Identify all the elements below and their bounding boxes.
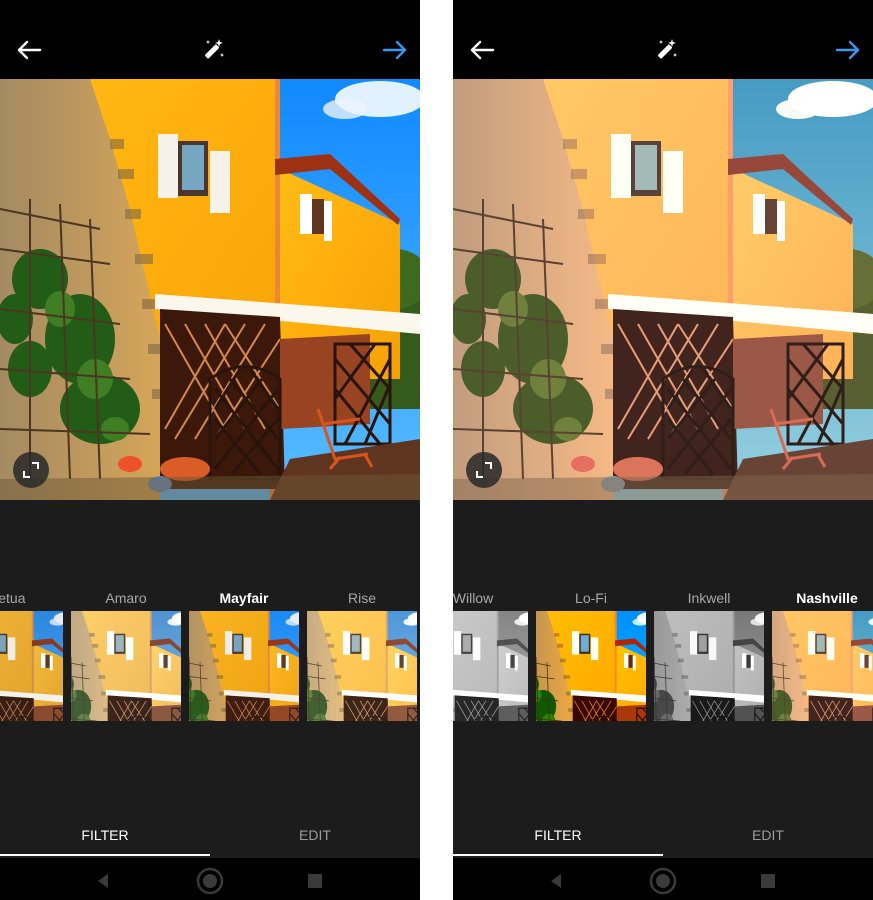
filter-thumbnail[interactable] (654, 611, 764, 721)
next-arrow-icon[interactable] (831, 33, 865, 67)
nav-recents-icon[interactable] (300, 866, 330, 896)
filter-thumbnail[interactable] (307, 611, 417, 721)
tab-bar: FILTER EDIT (453, 812, 873, 858)
tab-edit[interactable]: EDIT (210, 812, 420, 858)
filter-thumbnail[interactable] (71, 611, 181, 721)
filter-label: Willow (453, 590, 494, 606)
tab-bar: FILTER EDIT (0, 812, 420, 858)
nav-back-icon[interactable] (541, 866, 571, 896)
nav-recents-icon[interactable] (753, 866, 783, 896)
active-tab-indicator (0, 854, 210, 856)
filter-label: Amaro (105, 590, 147, 606)
filter-thumbnail[interactable] (453, 611, 528, 721)
filter-thumbnail[interactable] (189, 611, 299, 721)
filter-strip: Willow Lo-Fi Inkwell Nashville (453, 588, 873, 728)
nav-home-icon[interactable] (195, 866, 225, 896)
filter-screen-right: Willow Lo-Fi Inkwell Nashville FILTER ED (453, 0, 873, 900)
filter-strip: petua Amaro Mayfair Rise (0, 588, 420, 728)
filter-label: Inkwell (687, 590, 731, 606)
tab-edit[interactable]: EDIT (663, 812, 873, 858)
expand-icon[interactable] (13, 452, 49, 488)
photo-preview (453, 79, 873, 500)
next-arrow-icon[interactable] (378, 33, 412, 67)
filter-label: petua (0, 590, 26, 606)
filter-label: Nashville (796, 590, 858, 606)
filter-label: Mayfair (219, 590, 269, 606)
filter-thumbnail[interactable] (0, 611, 63, 721)
back-arrow-icon[interactable] (465, 33, 499, 67)
filter-thumbnail[interactable] (536, 611, 646, 721)
tab-filter[interactable]: FILTER (453, 812, 663, 858)
tab-filter[interactable]: FILTER (0, 812, 210, 858)
nav-back-icon[interactable] (88, 866, 118, 896)
filter-screen-left: petua Amaro Mayfair Rise FILTER EDIT (0, 0, 420, 900)
android-nav-bar (453, 858, 873, 900)
magic-wand-icon[interactable] (650, 33, 684, 67)
filter-label: Lo-Fi (575, 590, 607, 606)
active-tab-indicator (453, 854, 663, 856)
back-arrow-icon[interactable] (12, 33, 46, 67)
filter-label: Rise (347, 590, 376, 606)
filter-thumbnail[interactable] (772, 611, 873, 721)
nav-home-icon[interactable] (648, 866, 678, 896)
photo-preview (0, 79, 420, 500)
android-nav-bar (0, 858, 420, 900)
expand-icon[interactable] (466, 452, 502, 488)
top-bar (0, 0, 420, 79)
top-bar (453, 0, 873, 79)
magic-wand-icon[interactable] (197, 33, 231, 67)
